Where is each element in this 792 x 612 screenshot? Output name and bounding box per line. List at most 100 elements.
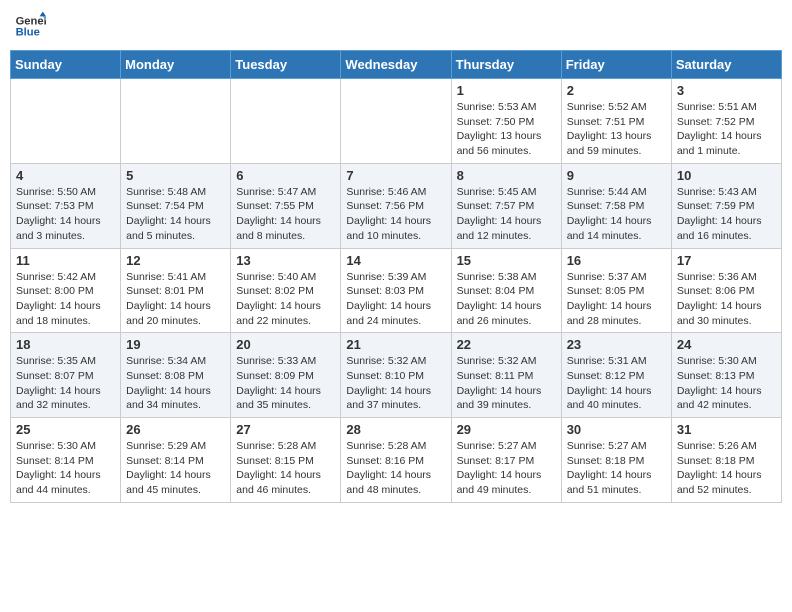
day-cell: 7Sunrise: 5:46 AM Sunset: 7:56 PM Daylig… (341, 163, 451, 248)
day-info: Sunrise: 5:42 AM Sunset: 8:00 PM Dayligh… (16, 270, 115, 329)
day-number: 22 (457, 337, 556, 352)
day-info: Sunrise: 5:36 AM Sunset: 8:06 PM Dayligh… (677, 270, 776, 329)
day-cell: 3Sunrise: 5:51 AM Sunset: 7:52 PM Daylig… (671, 79, 781, 164)
day-info: Sunrise: 5:28 AM Sunset: 8:15 PM Dayligh… (236, 439, 335, 498)
day-cell: 15 Sunrise: 5:38 AM Sunset: 8:04 PM Dayli… (451, 248, 561, 333)
day-number: 9 (567, 168, 666, 183)
day-info: Sunrise: 5:53 AM Sunset: 7:50 PM Dayligh… (457, 100, 556, 159)
day-info: Sunrise: 5:48 AM Sunset: 7:54 PM Dayligh… (126, 185, 225, 244)
days-header-row: SundayMondayTuesdayWednesdayThursdayFrid… (11, 51, 782, 79)
day-number: 20 (236, 337, 335, 352)
day-info: Sunrise: 5:27 AM Sunset: 8:18 PM Dayligh… (567, 439, 666, 498)
day-header-friday: Friday (561, 51, 671, 79)
calendar: SundayMondayTuesdayWednesdayThursdayFrid… (10, 50, 782, 503)
day-cell: 21Sunrise: 5:32 AM Sunset: 8:10 PM Dayli… (341, 333, 451, 418)
day-info: Sunrise: 5:51 AM Sunset: 7:52 PM Dayligh… (677, 100, 776, 159)
day-cell: 2 Sunrise: 5:52 AM Sunset: 7:51 PM Daylig… (561, 79, 671, 164)
day-number: 11 (16, 253, 115, 268)
day-cell: 25 Sunrise: 5:30 AM Sunset: 8:14 PM Dayli… (11, 418, 121, 503)
day-number: 12 (126, 253, 225, 268)
day-header-saturday: Saturday (671, 51, 781, 79)
day-cell: 27 Sunrise: 5:28 AM Sunset: 8:15 PM Dayli… (231, 418, 341, 503)
day-info: Sunrise: 5:52 AM Sunset: 7:51 PM Dayligh… (567, 100, 666, 159)
day-info: Sunrise: 5:47 AM Sunset: 7:55 PM Dayligh… (236, 185, 335, 244)
week-row-2: 4 Sunrise: 5:50 AM Sunset: 7:53 PM Daylig… (11, 163, 782, 248)
day-number: 13 (236, 253, 335, 268)
logo: General Blue (14, 10, 46, 42)
week-row-3: 11 Sunrise: 5:42 AM Sunset: 8:00 PM Dayli… (11, 248, 782, 333)
day-number: 15 (457, 253, 556, 268)
day-info: Sunrise: 5:32 AM Sunset: 8:10 PM Dayligh… (346, 354, 445, 413)
day-cell: 24Sunrise: 5:30 AM Sunset: 8:13 PM Dayli… (671, 333, 781, 418)
day-number: 29 (457, 422, 556, 437)
day-cell: 10 Sunrise: 5:43 AM Sunset: 7:59 PM Dayli… (671, 163, 781, 248)
day-number: 2 (567, 83, 666, 98)
day-number: 18 (16, 337, 115, 352)
day-info: Sunrise: 5:28 AM Sunset: 8:16 PM Dayligh… (346, 439, 445, 498)
day-header-tuesday: Tuesday (231, 51, 341, 79)
day-number: 23 (567, 337, 666, 352)
day-info: Sunrise: 5:50 AM Sunset: 7:53 PM Dayligh… (16, 185, 115, 244)
day-info: Sunrise: 5:27 AM Sunset: 8:17 PM Dayligh… (457, 439, 556, 498)
day-info: Sunrise: 5:30 AM Sunset: 8:13 PM Dayligh… (677, 354, 776, 413)
day-number: 7 (346, 168, 445, 183)
day-cell: 31Sunrise: 5:26 AM Sunset: 8:18 PM Dayli… (671, 418, 781, 503)
day-info: Sunrise: 5:32 AM Sunset: 8:11 PM Dayligh… (457, 354, 556, 413)
day-info: Sunrise: 5:34 AM Sunset: 8:08 PM Dayligh… (126, 354, 225, 413)
day-number: 27 (236, 422, 335, 437)
day-number: 5 (126, 168, 225, 183)
day-cell: 6 Sunrise: 5:47 AM Sunset: 7:55 PM Daylig… (231, 163, 341, 248)
day-number: 26 (126, 422, 225, 437)
day-cell (121, 79, 231, 164)
day-info: Sunrise: 5:40 AM Sunset: 8:02 PM Dayligh… (236, 270, 335, 329)
day-number: 8 (457, 168, 556, 183)
day-cell: 12Sunrise: 5:41 AM Sunset: 8:01 PM Dayli… (121, 248, 231, 333)
day-header-monday: Monday (121, 51, 231, 79)
day-number: 4 (16, 168, 115, 183)
week-row-5: 25 Sunrise: 5:30 AM Sunset: 8:14 PM Dayli… (11, 418, 782, 503)
header: General Blue (10, 10, 782, 42)
day-cell: 16 Sunrise: 5:37 AM Sunset: 8:05 PM Dayli… (561, 248, 671, 333)
day-cell: 22 Sunrise: 5:32 AM Sunset: 8:11 PM Dayli… (451, 333, 561, 418)
day-cell (341, 79, 451, 164)
day-header-thursday: Thursday (451, 51, 561, 79)
day-cell: 17 Sunrise: 5:36 AM Sunset: 8:06 PM Dayli… (671, 248, 781, 333)
day-number: 14 (346, 253, 445, 268)
day-info: Sunrise: 5:35 AM Sunset: 8:07 PM Dayligh… (16, 354, 115, 413)
day-info: Sunrise: 5:45 AM Sunset: 7:57 PM Dayligh… (457, 185, 556, 244)
svg-text:General: General (16, 15, 46, 27)
day-number: 30 (567, 422, 666, 437)
day-cell (231, 79, 341, 164)
day-info: Sunrise: 5:30 AM Sunset: 8:14 PM Dayligh… (16, 439, 115, 498)
day-cell: 14 Sunrise: 5:39 AM Sunset: 8:03 PM Dayli… (341, 248, 451, 333)
day-cell: 9 Sunrise: 5:44 AM Sunset: 7:58 PM Daylig… (561, 163, 671, 248)
day-info: Sunrise: 5:37 AM Sunset: 8:05 PM Dayligh… (567, 270, 666, 329)
day-info: Sunrise: 5:39 AM Sunset: 8:03 PM Dayligh… (346, 270, 445, 329)
day-cell: 4 Sunrise: 5:50 AM Sunset: 7:53 PM Daylig… (11, 163, 121, 248)
day-cell: 5 Sunrise: 5:48 AM Sunset: 7:54 PM Daylig… (121, 163, 231, 248)
day-info: Sunrise: 5:38 AM Sunset: 8:04 PM Dayligh… (457, 270, 556, 329)
week-row-4: 18 Sunrise: 5:35 AM Sunset: 8:07 PM Dayli… (11, 333, 782, 418)
day-number: 16 (567, 253, 666, 268)
day-cell (11, 79, 121, 164)
day-number: 1 (457, 83, 556, 98)
day-cell: 13 Sunrise: 5:40 AM Sunset: 8:02 PM Dayli… (231, 248, 341, 333)
logo-icon: General Blue (14, 10, 46, 42)
day-number: 17 (677, 253, 776, 268)
day-number: 28 (346, 422, 445, 437)
day-cell: 11 Sunrise: 5:42 AM Sunset: 8:00 PM Dayli… (11, 248, 121, 333)
day-number: 25 (16, 422, 115, 437)
day-info: Sunrise: 5:44 AM Sunset: 7:58 PM Dayligh… (567, 185, 666, 244)
day-number: 10 (677, 168, 776, 183)
day-cell: 28 Sunrise: 5:28 AM Sunset: 8:16 PM Dayli… (341, 418, 451, 503)
week-row-1: 1 Sunrise: 5:53 AM Sunset: 7:50 PM Daylig… (11, 79, 782, 164)
day-header-sunday: Sunday (11, 51, 121, 79)
day-number: 19 (126, 337, 225, 352)
day-info: Sunrise: 5:26 AM Sunset: 8:18 PM Dayligh… (677, 439, 776, 498)
day-number: 6 (236, 168, 335, 183)
day-cell: 18 Sunrise: 5:35 AM Sunset: 8:07 PM Dayli… (11, 333, 121, 418)
day-cell: 8 Sunrise: 5:45 AM Sunset: 7:57 PM Daylig… (451, 163, 561, 248)
svg-text:Blue: Blue (16, 27, 40, 39)
day-info: Sunrise: 5:43 AM Sunset: 7:59 PM Dayligh… (677, 185, 776, 244)
day-cell: 26Sunrise: 5:29 AM Sunset: 8:14 PM Dayli… (121, 418, 231, 503)
